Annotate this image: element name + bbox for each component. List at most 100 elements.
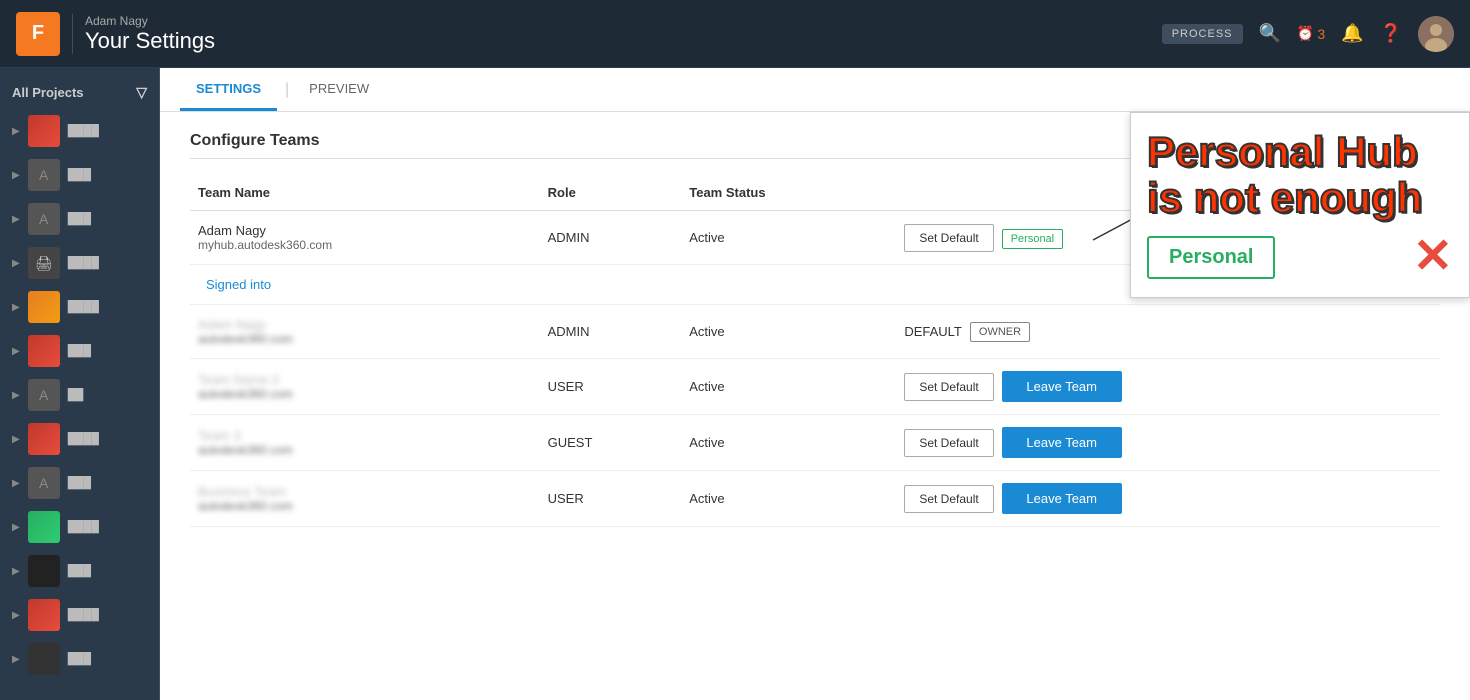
sidebar-item[interactable]: ▶ ████ <box>0 285 159 329</box>
set-default-button[interactable]: Set Default <box>904 429 993 457</box>
chevron-icon: ▶ <box>12 346 20 357</box>
main-layout: All Projects ▽ ▶ ████ ▶ A ███ ▶ A ███ ▶ … <box>0 68 1470 700</box>
sidebar-item[interactable]: ▶ A ██ <box>0 373 159 417</box>
username: Adam Nagy <box>85 14 215 28</box>
search-icon[interactable]: 🔍 <box>1259 23 1281 44</box>
status-cell: Active <box>681 211 896 265</box>
personal-badge-large: Personal <box>1147 236 1275 279</box>
hub-email: autodesk360.com <box>198 332 532 346</box>
status-cell: Active <box>681 305 896 359</box>
settings-content: Personal Hub is not enough Personal ✕ Co… <box>160 112 1470 700</box>
sidebar-item[interactable]: ▶ 🖨 ████ <box>0 241 159 285</box>
chevron-icon: ▶ <box>12 434 20 445</box>
project-thumb <box>28 555 60 587</box>
timer-icon[interactable]: ⏰ 3 <box>1297 25 1325 42</box>
chevron-icon: ▶ <box>12 522 20 533</box>
sidebar-item-label: ████ <box>68 521 99 533</box>
sidebar-item-label: ███ <box>68 213 91 225</box>
filter-icon[interactable]: ▽ <box>136 84 147 101</box>
tab-settings[interactable]: SETTINGS <box>180 69 277 111</box>
project-thumb <box>28 599 60 631</box>
project-thumb: A <box>28 379 60 411</box>
signed-into-label: Signed into <box>198 269 279 300</box>
team-name-cell: Team Name 2 autodesk360.com <box>190 359 540 415</box>
action-cell: Set Default Leave Team <box>896 415 1440 471</box>
role-cell: GUEST <box>540 415 682 471</box>
sidebar-item[interactable]: ▶ ████ <box>0 593 159 637</box>
project-thumb: A <box>28 159 60 191</box>
role-cell: ADMIN <box>540 305 682 359</box>
chevron-icon: ▶ <box>12 390 20 401</box>
sidebar-item-label: ████ <box>68 609 99 621</box>
tab-divider: | <box>285 81 289 99</box>
role-cell: ADMIN <box>540 211 682 265</box>
hub-email: myhub.autodesk360.com <box>198 238 532 252</box>
owner-badge: OWNER <box>970 322 1030 342</box>
chevron-icon: ▶ <box>12 302 20 313</box>
set-default-button[interactable]: Set Default <box>904 485 993 513</box>
chevron-icon: ▶ <box>12 258 20 269</box>
sidebar-item-label: ███ <box>68 477 91 489</box>
promo-text: Personal Hub is not enough <box>1147 129 1453 221</box>
table-row: Team 3 autodesk360.com GUEST Active Set … <box>190 415 1440 471</box>
action-cell: DEFAULT OWNER <box>896 305 1440 359</box>
sidebar-item[interactable]: ▶ A ███ <box>0 461 159 505</box>
chevron-icon: ▶ <box>12 654 20 665</box>
leave-team-button[interactable]: Leave Team <box>1002 427 1122 458</box>
col-status: Team Status <box>681 175 896 211</box>
nav-divider <box>72 14 73 54</box>
chevron-icon: ▶ <box>12 610 20 621</box>
process-badge: PROCESS <box>1162 24 1243 44</box>
close-promo-button[interactable]: ✕ <box>1413 233 1453 281</box>
sidebar-item[interactable]: ▶ ███ <box>0 549 159 593</box>
app-logo: F <box>16 12 60 56</box>
project-thumb <box>28 423 60 455</box>
sidebar: All Projects ▽ ▶ ████ ▶ A ███ ▶ A ███ ▶ … <box>0 68 160 700</box>
hub-name: Adam Nagy <box>198 223 532 238</box>
role-cell: USER <box>540 359 682 415</box>
sidebar-item[interactable]: ▶ ███ <box>0 329 159 373</box>
action-cell: Set Default Leave Team <box>896 471 1440 527</box>
hub-name: Adam Nagy <box>198 317 532 332</box>
sidebar-item[interactable]: ▶ A ███ <box>0 153 159 197</box>
tabs-bar: SETTINGS | PREVIEW <box>160 68 1470 112</box>
sidebar-item-label: ███ <box>68 565 91 577</box>
help-icon[interactable]: ❓ <box>1380 23 1402 44</box>
set-default-button[interactable]: Set Default <box>904 224 993 252</box>
sidebar-item[interactable]: ▶ ████ <box>0 417 159 461</box>
leave-team-button[interactable]: Leave Team <box>1002 371 1122 402</box>
sidebar-item[interactable]: ▶ ████ <box>0 505 159 549</box>
project-thumb <box>28 115 60 147</box>
project-thumb <box>28 511 60 543</box>
leave-team-button[interactable]: Leave Team <box>1002 483 1122 514</box>
project-thumb: A <box>28 467 60 499</box>
project-thumb <box>28 291 60 323</box>
bell-icon[interactable]: 🔔 <box>1341 23 1363 44</box>
set-default-button[interactable]: Set Default <box>904 373 993 401</box>
avatar[interactable] <box>1418 16 1454 52</box>
table-row: Team Name 2 autodesk360.com USER Active … <box>190 359 1440 415</box>
content-area: SETTINGS | PREVIEW Personal Hub is not e… <box>160 68 1470 700</box>
action-group: DEFAULT OWNER <box>904 322 1432 342</box>
status-cell: Active <box>681 471 896 527</box>
project-thumb: A <box>28 203 60 235</box>
table-row: Adam Nagy autodesk360.com ADMIN Active D… <box>190 305 1440 359</box>
action-group: Set Default Leave Team <box>904 483 1432 514</box>
project-thumb <box>28 643 60 675</box>
sidebar-item[interactable]: ▶ ███ <box>0 637 159 681</box>
sidebar-item-label: ███ <box>68 345 91 357</box>
team-name-cell: Adam Nagy myhub.autodesk360.com <box>190 211 540 265</box>
app-title: Adam Nagy Your Settings <box>85 14 215 54</box>
hub-email: autodesk360.com <box>198 499 532 513</box>
promo-banner: Personal Hub is not enough Personal ✕ <box>1130 112 1470 298</box>
sidebar-item[interactable]: ▶ ████ <box>0 109 159 153</box>
team-name-cell: Adam Nagy autodesk360.com <box>190 305 540 359</box>
sidebar-item[interactable]: ▶ A ███ <box>0 197 159 241</box>
tab-preview[interactable]: PREVIEW <box>293 69 385 111</box>
sidebar-item-label: ███ <box>68 653 91 665</box>
table-row: Business Team autodesk360.com USER Activ… <box>190 471 1440 527</box>
hub-name: Business Team <box>198 484 532 499</box>
sidebar-item-label: ████ <box>68 301 99 313</box>
action-group: Set Default Leave Team <box>904 371 1432 402</box>
action-cell: Set Default Leave Team <box>896 359 1440 415</box>
